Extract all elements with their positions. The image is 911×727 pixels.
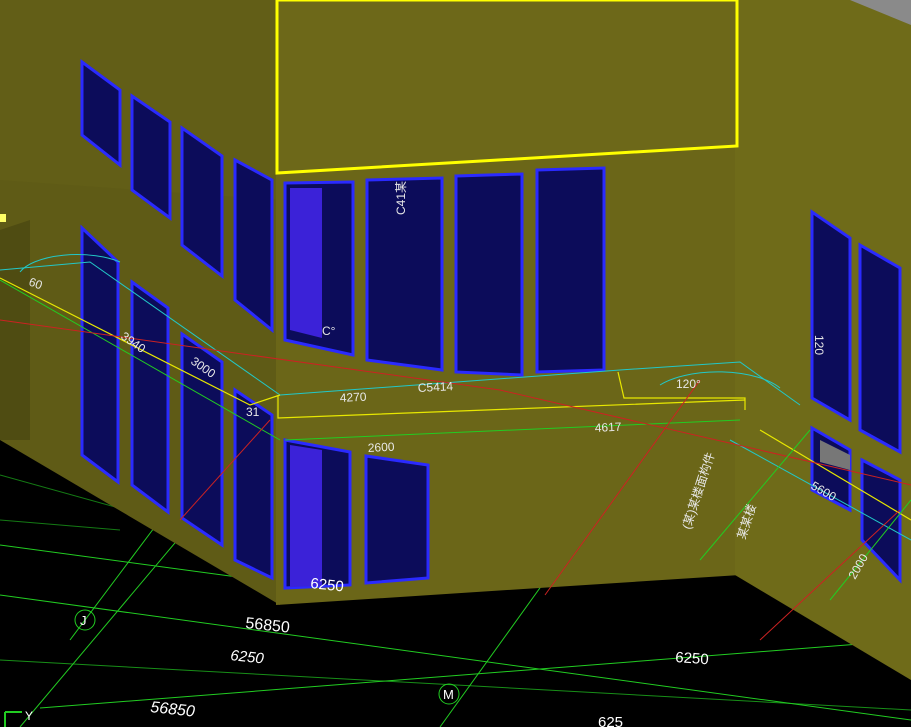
window[interactable] <box>80 224 120 485</box>
3d-viewport[interactable]: J M Y 56850 6250 6250 56850 6250 625 60 … <box>0 0 911 727</box>
dim-annotation: 31 <box>246 405 260 419</box>
window[interactable] <box>858 242 902 455</box>
axis-indicator: Y <box>4 709 33 727</box>
grid-line <box>0 519 121 531</box>
dim-annotation: 2600 <box>367 440 395 455</box>
axis-y-label: Y <box>25 709 33 723</box>
window[interactable] <box>535 166 606 374</box>
window[interactable] <box>364 454 430 585</box>
dim-label: 6250 <box>230 647 266 667</box>
angle-label: C° <box>322 324 336 338</box>
dim-annotation: 4270 <box>339 390 367 405</box>
angle-label: 120 <box>812 335 826 355</box>
dim-label: 56850 <box>245 615 291 637</box>
grid-line <box>39 639 911 709</box>
window-glass-reflection <box>290 188 322 338</box>
dim-annotation: 4617 <box>594 420 622 435</box>
window-glass-reflection <box>290 445 322 587</box>
dim-label: 56850 <box>150 699 196 721</box>
axis-bubble-j[interactable]: J <box>74 609 96 631</box>
dim-label: 6250 <box>310 575 345 595</box>
axis-bubble-m[interactable]: M <box>438 683 460 705</box>
scene-canvas[interactable]: J M Y 56850 6250 6250 56850 6250 625 60 … <box>0 0 911 727</box>
window[interactable] <box>810 209 852 423</box>
dim-label: 6250 <box>675 649 709 668</box>
angle-label: 120° <box>676 377 701 391</box>
window[interactable] <box>233 157 274 334</box>
grid-line <box>0 659 911 711</box>
facade-left-edge <box>0 220 30 440</box>
axis-bubble-label: J <box>80 613 87 628</box>
selected-wall-block[interactable] <box>275 0 739 175</box>
dim-annotation: C5414 <box>417 379 453 395</box>
selection-marker[interactable] <box>0 214 6 222</box>
window[interactable] <box>130 279 170 515</box>
dim-label: 625 <box>598 714 623 727</box>
window[interactable] <box>454 172 524 377</box>
window-tag: C41某 <box>394 181 408 215</box>
axis-bubble-label: M <box>443 687 454 702</box>
